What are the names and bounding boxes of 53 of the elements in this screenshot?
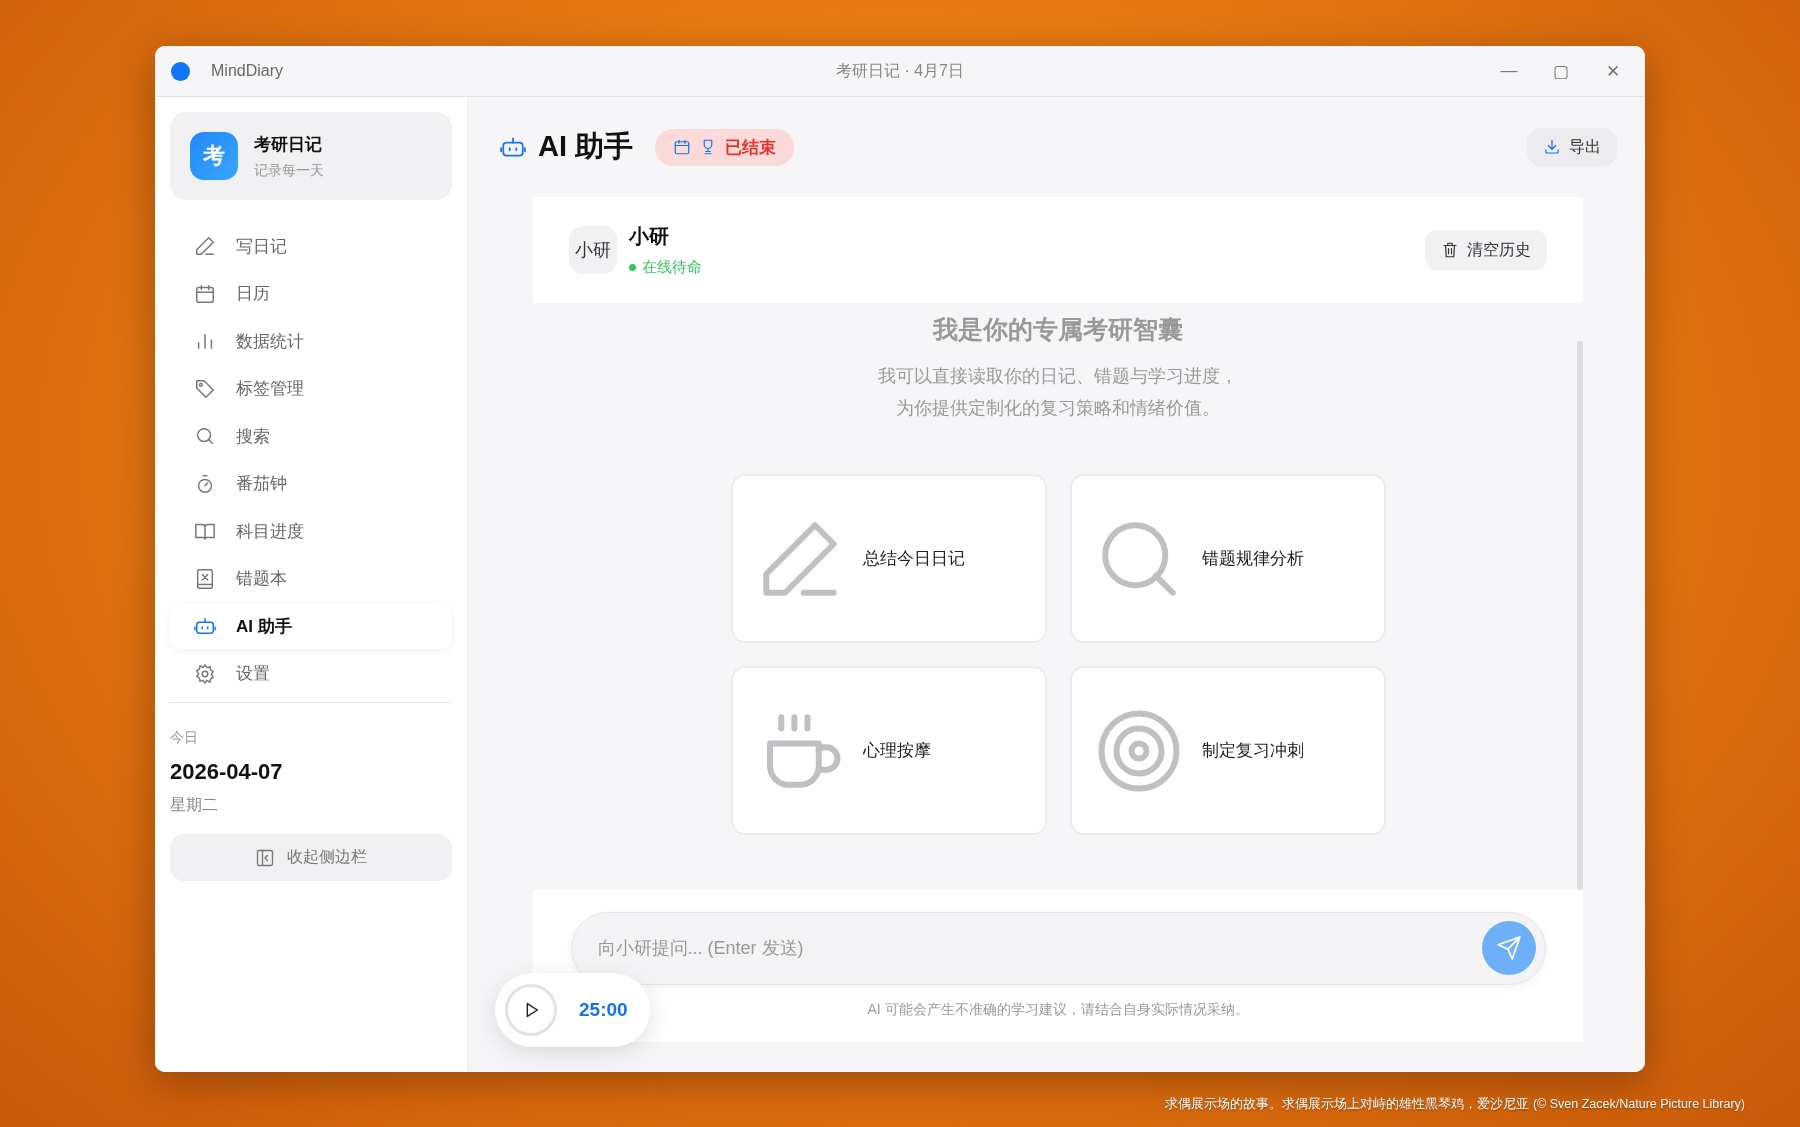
today-label: 今日 bbox=[170, 729, 199, 747]
wallpaper-caption: 求偶展示场的故事。求偶展示场上对峙的雄性黑琴鸡，爱沙尼亚 (© Sven Zacek/Nature Picture Library) bbox=[1165, 1096, 1745, 1113]
sidebar-item[interactable]: 日历 bbox=[170, 271, 452, 316]
suggestion-card[interactable]: 总结今日日记 bbox=[730, 474, 1047, 643]
page-title: AI 助手 bbox=[538, 129, 634, 164]
scrollbar[interactable] bbox=[1577, 341, 1583, 890]
timer-time: 25:00 bbox=[579, 999, 628, 1021]
calendar-icon bbox=[673, 138, 692, 156]
minimize-button[interactable]: — bbox=[1493, 59, 1525, 83]
book-cross-icon bbox=[194, 567, 216, 590]
welcome-title: 我是你的专属考研智囊 bbox=[933, 314, 1183, 345]
status-dot bbox=[629, 264, 636, 271]
app-dot-icon bbox=[171, 61, 190, 81]
sidebar-item[interactable]: 番茄钟 bbox=[170, 461, 452, 506]
play-button[interactable] bbox=[505, 984, 557, 1036]
sidebar-item[interactable]: 标签管理 bbox=[170, 366, 452, 411]
sidebar-item[interactable]: 错题本 bbox=[170, 556, 452, 601]
welcome-text: 我可以直接读取你的日记、错题与学习进度， 为你提供定制化的复习策略和情绪价值。 bbox=[878, 365, 1238, 420]
suggestion-card[interactable]: 心理按摩 bbox=[730, 666, 1047, 835]
close-button[interactable]: ✕ bbox=[1597, 59, 1629, 83]
sidebar-item[interactable]: 设置 bbox=[170, 651, 452, 696]
trash-icon bbox=[1441, 241, 1459, 259]
gear-icon bbox=[194, 662, 216, 685]
calendar-icon bbox=[194, 282, 216, 305]
app-name: MindDiary bbox=[211, 62, 283, 80]
brand-tagline: 记录每一天 bbox=[254, 161, 324, 180]
window-title: 考研日记 · 4月7日 bbox=[836, 61, 964, 79]
send-icon bbox=[1495, 935, 1522, 961]
today-date: 2026-04-07 bbox=[170, 759, 284, 785]
assistant-status: 在线待命 bbox=[642, 258, 702, 277]
disclaimer-text: AI 可能会产生不准确的学习建议，请结合自身实际情况采纳。 bbox=[867, 1001, 1249, 1019]
assistant-avatar: 小研 bbox=[569, 226, 617, 274]
maximize-button[interactable]: ▢ bbox=[1545, 59, 1577, 83]
sidebar-item[interactable]: 写日记 bbox=[170, 224, 452, 269]
sidebar-item[interactable]: AI 助手 bbox=[170, 604, 452, 649]
export-button[interactable]: 导出 bbox=[1527, 128, 1617, 166]
sidebar-item[interactable]: 数据统计 bbox=[170, 319, 452, 364]
sidebar-collapse-icon bbox=[255, 847, 275, 868]
sidebar-item[interactable]: 科目进度 bbox=[170, 509, 452, 554]
download-icon bbox=[1543, 138, 1561, 156]
weekday: 星期二 bbox=[170, 795, 218, 815]
clear-history-button[interactable]: 清空历史 bbox=[1425, 230, 1547, 270]
status-badge: 已结束 bbox=[655, 128, 795, 166]
suggestion-card[interactable]: 制定复习冲刺 bbox=[1069, 666, 1386, 835]
brand-logo: 考 bbox=[190, 132, 238, 180]
pencil-icon bbox=[194, 235, 216, 258]
collapse-sidebar-button[interactable]: 收起侧边栏 bbox=[170, 834, 452, 881]
brand-name: 考研日记 bbox=[254, 133, 323, 156]
assistant-name: 小研 bbox=[629, 224, 670, 249]
suggestion-card[interactable]: 错题规律分析 bbox=[1069, 474, 1386, 643]
sidebar-item[interactable]: 搜索 bbox=[170, 414, 452, 459]
tag-icon bbox=[194, 377, 216, 400]
message-input[interactable]: 向小研提问... (Enter 发送) bbox=[570, 912, 1546, 985]
